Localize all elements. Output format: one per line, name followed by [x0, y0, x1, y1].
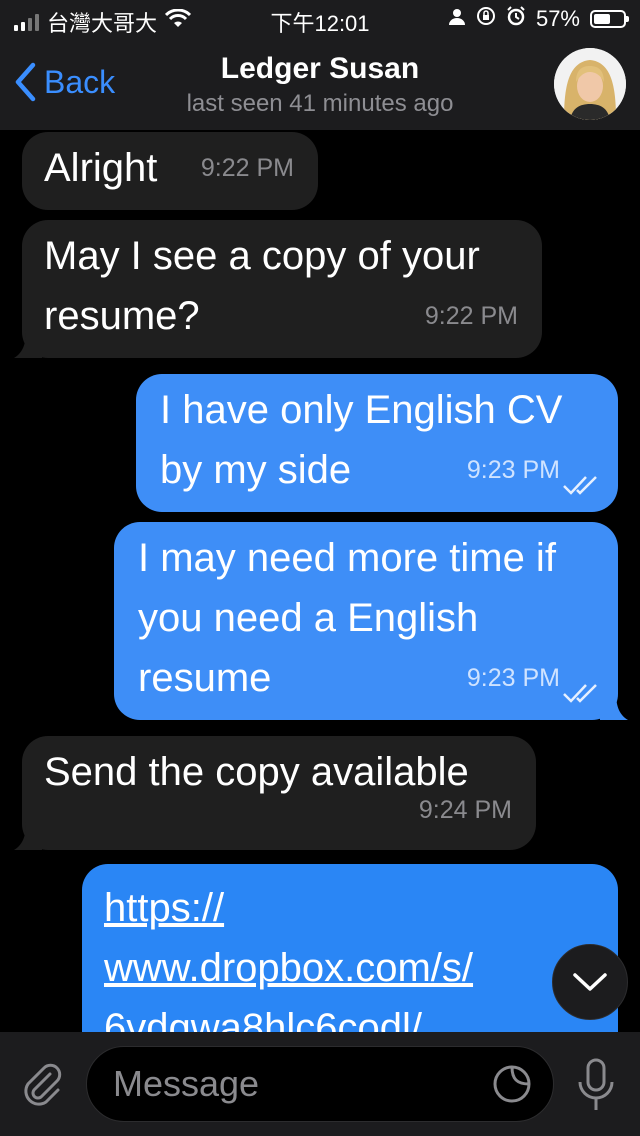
message-time: 9:24 PM	[418, 796, 512, 824]
chevron-down-icon	[573, 973, 607, 991]
person-icon	[448, 6, 466, 32]
contact-name[interactable]: Ledger Susan	[0, 52, 640, 86]
chat-header: Back Ledger Susan last seen 41 minutes a…	[0, 40, 640, 130]
message-input[interactable]: Message	[86, 1046, 554, 1122]
message-time: 9:22 PM	[424, 302, 518, 330]
message-time: 9:23 PM	[466, 456, 560, 484]
bubble-tail	[14, 330, 42, 358]
message-bubble-incoming[interactable]: Alright 9:22 PM	[22, 132, 318, 210]
attach-button[interactable]	[18, 1060, 66, 1113]
double-check-icon	[563, 476, 597, 495]
message-placeholder: Message	[113, 1063, 260, 1104]
message-link[interactable]: 6vdqwa8hlc6codl/	[104, 1006, 422, 1032]
battery-icon	[590, 10, 629, 28]
message-list[interactable]: Alright 9:22 PM May I see a copy of your…	[0, 130, 640, 1032]
battery-percent: 57%	[535, 6, 580, 31]
avatar[interactable]	[554, 48, 626, 120]
sticker-icon	[493, 1065, 531, 1103]
status-right: 57%	[448, 6, 629, 32]
scroll-to-bottom-button[interactable]	[552, 944, 628, 1020]
message-bubble-incoming[interactable]: May I see a copy of your resume? 9:22 PM	[22, 220, 542, 358]
message-bubble-incoming[interactable]: Send the copy available 9:24 PM	[22, 736, 536, 850]
message-bubble-outgoing[interactable]: I may need more time if you need a Engli…	[114, 522, 618, 720]
message-time: 9:22 PM	[200, 154, 294, 182]
alarm-icon	[506, 6, 526, 32]
voice-record-button[interactable]	[576, 1058, 616, 1117]
message-composer: Message	[0, 1032, 640, 1136]
last-seen-status: last seen 41 minutes ago	[186, 90, 454, 117]
bubble-tail	[14, 822, 42, 850]
message-time: 9:23 PM	[466, 664, 560, 692]
message-bubble-outgoing[interactable]: I have only English CV by my side 9:23 P…	[136, 374, 618, 512]
status-bar: 台灣大哥大 下午12:01 57%	[0, 0, 640, 40]
message-link[interactable]: https://	[104, 886, 224, 930]
sticker-button[interactable]	[491, 1063, 533, 1110]
message-link[interactable]: www.dropbox.com/s/	[104, 946, 473, 990]
message-text: https:// www.dropbox.com/s/ 6vdqwa8hlc6c…	[104, 878, 596, 1032]
message-bubble-outgoing[interactable]: https:// www.dropbox.com/s/ 6vdqwa8hlc6c…	[82, 864, 618, 1032]
paperclip-icon	[24, 1063, 62, 1106]
orientation-lock-icon	[476, 6, 496, 32]
bubble-tail	[600, 692, 628, 720]
microphone-icon	[578, 1058, 614, 1110]
double-check-icon	[563, 684, 597, 703]
